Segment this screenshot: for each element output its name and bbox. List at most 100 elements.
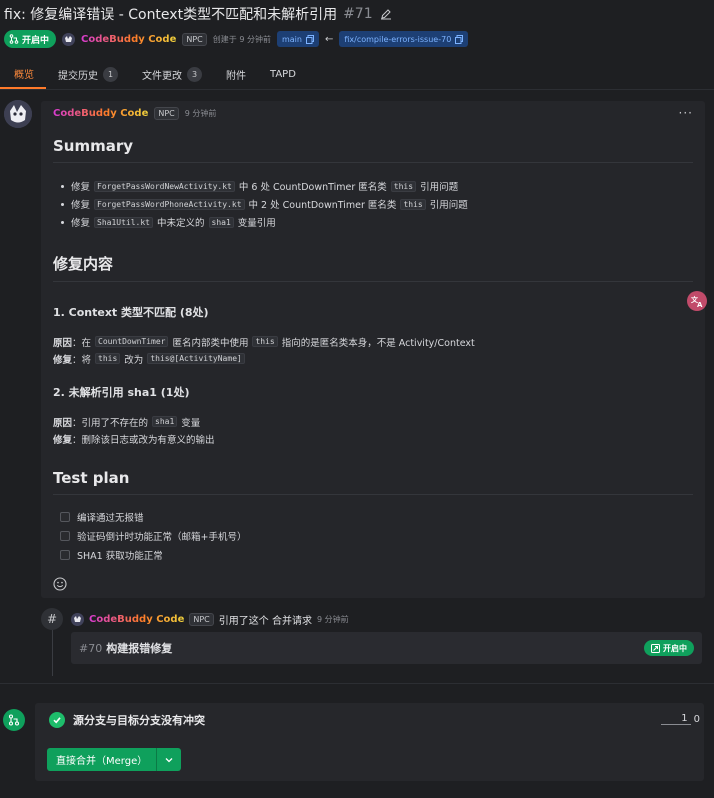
- bullet-dot: [61, 184, 64, 188]
- inline-code: CountDownTimer: [95, 336, 169, 347]
- fix-label: 修复: [53, 434, 73, 446]
- tab-overview[interactable]: 概览: [0, 59, 46, 89]
- task-checkbox[interactable]: [60, 549, 70, 560]
- cause-label: 原因: [53, 417, 73, 429]
- event-author-avatar[interactable]: [71, 612, 84, 626]
- pr-title-row: fix: 修复编译错误 - Context类型不匹配和未解析引用 #71: [4, 4, 393, 24]
- ref-number: #70: [79, 641, 103, 655]
- cause-line: 原因 ：引用了不存在的 sha1 变量: [53, 413, 693, 430]
- source-branch[interactable]: fix/compile-errors-issue-70: [339, 31, 469, 47]
- event-author-name[interactable]: CodeBuddy Code: [89, 614, 184, 625]
- referenced-issue-card[interactable]: #70 构建报错修复 开启中: [71, 632, 702, 664]
- target-branch[interactable]: main: [276, 31, 319, 47]
- counter-b: 0: [693, 713, 700, 725]
- tab-count: 3: [187, 66, 202, 82]
- pr-tabs: 概览 提交历史 1 文件更改 3 附件 TAPD: [0, 60, 714, 90]
- list-item: 修复 ForgetPassWordNewActivity.kt 中 6 处 Coun…: [53, 177, 693, 195]
- inline-code: this: [390, 180, 417, 192]
- text: 变量引用: [237, 218, 276, 229]
- merge-button[interactable]: 直接合并（Merge）: [47, 748, 157, 771]
- tab-count: 1: [103, 66, 118, 82]
- tab-attachments[interactable]: 附件: [214, 59, 258, 89]
- text: 中 2 处 CountDownTimer 匿名类: [248, 200, 397, 211]
- comment-author-name[interactable]: CodeBuddy Code: [53, 108, 148, 119]
- task-item: SHA1 获取功能正常: [53, 545, 693, 564]
- tab-label: 附件: [226, 70, 246, 82]
- branch-arrow: ←: [324, 33, 334, 45]
- text: ：在: [72, 337, 92, 349]
- inline-code: this@[ActivityName]: [147, 353, 245, 364]
- timeline-line: [52, 630, 53, 676]
- event-text: 引用了这个 合并请求: [218, 615, 312, 627]
- comment-author-badge: NPC: [154, 106, 179, 120]
- inline-code: Sha1Util.kt: [94, 216, 153, 228]
- fix-line: 修复 ：将 this 改为 this@[ActivityName]: [53, 350, 693, 367]
- inline-code: this: [252, 336, 278, 347]
- inline-code: ForgetPassWordPhoneActivity.kt: [94, 198, 245, 210]
- author-avatar[interactable]: [62, 32, 76, 46]
- copy-icon[interactable]: [455, 34, 464, 44]
- task-label: SHA1 获取功能正常: [77, 550, 163, 562]
- reference-event: CodeBuddy Code NPC 引用了这个 合并请求 9 分钟前: [71, 611, 349, 627]
- author-badge: NPC: [182, 32, 207, 46]
- issue-open-icon: [651, 643, 660, 653]
- text: 引用问题: [420, 182, 459, 193]
- event-author-badge: NPC: [189, 612, 214, 626]
- merge-icon: [3, 709, 25, 731]
- merge-dropdown-button[interactable]: [156, 748, 182, 771]
- inline-code: this: [400, 198, 426, 210]
- cause-label: 原因: [53, 337, 73, 349]
- text: 修复: [71, 182, 91, 193]
- fix-line: 修复 ：删除该日志或改为有意义的输出: [53, 430, 693, 447]
- merge-counter: 1 0: [661, 713, 700, 725]
- text: 中 6 处 CountDownTimer 匿名类: [238, 182, 387, 193]
- chevron-down-icon: [165, 757, 173, 762]
- created-time: 创建于 9 分钟前: [212, 34, 271, 44]
- fix1-heading: 1. Context 类型不匹配 (8处): [53, 306, 209, 319]
- text: ：删除该日志或改为有意义的输出: [72, 434, 215, 446]
- more-options-icon[interactable]: ···: [679, 106, 693, 120]
- task-item: 验证码倒计时功能正常（邮箱+手机号）: [53, 526, 693, 545]
- fix2-heading: 2. 未解析引用 sha1 (1处): [53, 386, 190, 399]
- description-comment: CodeBuddy Code NPC 9 分钟前 ··· Summary 修复 F…: [41, 101, 705, 598]
- task-checkbox[interactable]: [60, 511, 70, 522]
- list-item: 修复 Sha1Util.kt 中未定义的 sha1 变量引用: [53, 213, 693, 231]
- tab-label: 概览: [14, 69, 34, 81]
- source-branch-name: fix/compile-errors-issue-70: [344, 34, 452, 44]
- text: 匿名内部类中使用: [172, 337, 249, 349]
- list-item: 修复 ForgetPassWordPhoneActivity.kt 中 2 处 Co…: [53, 195, 693, 213]
- tab-label: 文件更改: [142, 70, 182, 82]
- comment-header: CodeBuddy Code NPC 9 分钟前 ···: [41, 101, 705, 125]
- inline-code: sha1: [152, 416, 178, 427]
- event-time: 9 分钟前: [316, 614, 349, 624]
- comment-author-avatar[interactable]: [4, 100, 32, 128]
- text: 引用问题: [429, 200, 468, 211]
- copy-icon[interactable]: [305, 34, 314, 44]
- edit-title-icon[interactable]: [379, 7, 393, 21]
- text: ：引用了不存在的: [72, 417, 149, 429]
- ref-state-label: 开启中: [663, 643, 687, 653]
- comment-body: Summary 修复 ForgetPassWordNewActivity.kt 中 …: [41, 137, 705, 564]
- tab-tapd[interactable]: TAPD: [258, 59, 308, 89]
- ref-title[interactable]: 构建报错修复: [106, 640, 172, 656]
- inline-code: this: [95, 353, 121, 364]
- target-branch-name: main: [281, 34, 302, 44]
- tab-commits[interactable]: 提交历史 1: [46, 59, 130, 89]
- merge-button-group: 直接合并（Merge）: [47, 748, 182, 771]
- pr-state-label: 开启中: [22, 35, 50, 46]
- comment-time: 9 分钟前: [184, 108, 217, 118]
- test-plan-heading: Test plan: [53, 469, 693, 495]
- add-reaction-icon[interactable]: [53, 576, 67, 591]
- inline-code: sha1: [208, 216, 234, 228]
- inline-code: ForgetPassWordNewActivity.kt: [94, 180, 235, 192]
- merge-panel: 源分支与目标分支没有冲突 1 0 直接合并（Merge）: [35, 703, 704, 781]
- text: 中未定义的: [157, 218, 205, 229]
- task-checkbox[interactable]: [60, 530, 70, 541]
- fix-heading: 修复内容: [53, 253, 693, 282]
- tab-files-changed[interactable]: 文件更改 3: [130, 59, 214, 89]
- task-label: 验证码倒计时功能正常（邮箱+手机号）: [77, 531, 247, 543]
- translate-icon[interactable]: 文A: [687, 291, 707, 311]
- task-item: 编译通过无报错: [53, 507, 693, 526]
- tab-label: TAPD: [270, 68, 296, 80]
- author-name[interactable]: CodeBuddy Code: [81, 34, 176, 45]
